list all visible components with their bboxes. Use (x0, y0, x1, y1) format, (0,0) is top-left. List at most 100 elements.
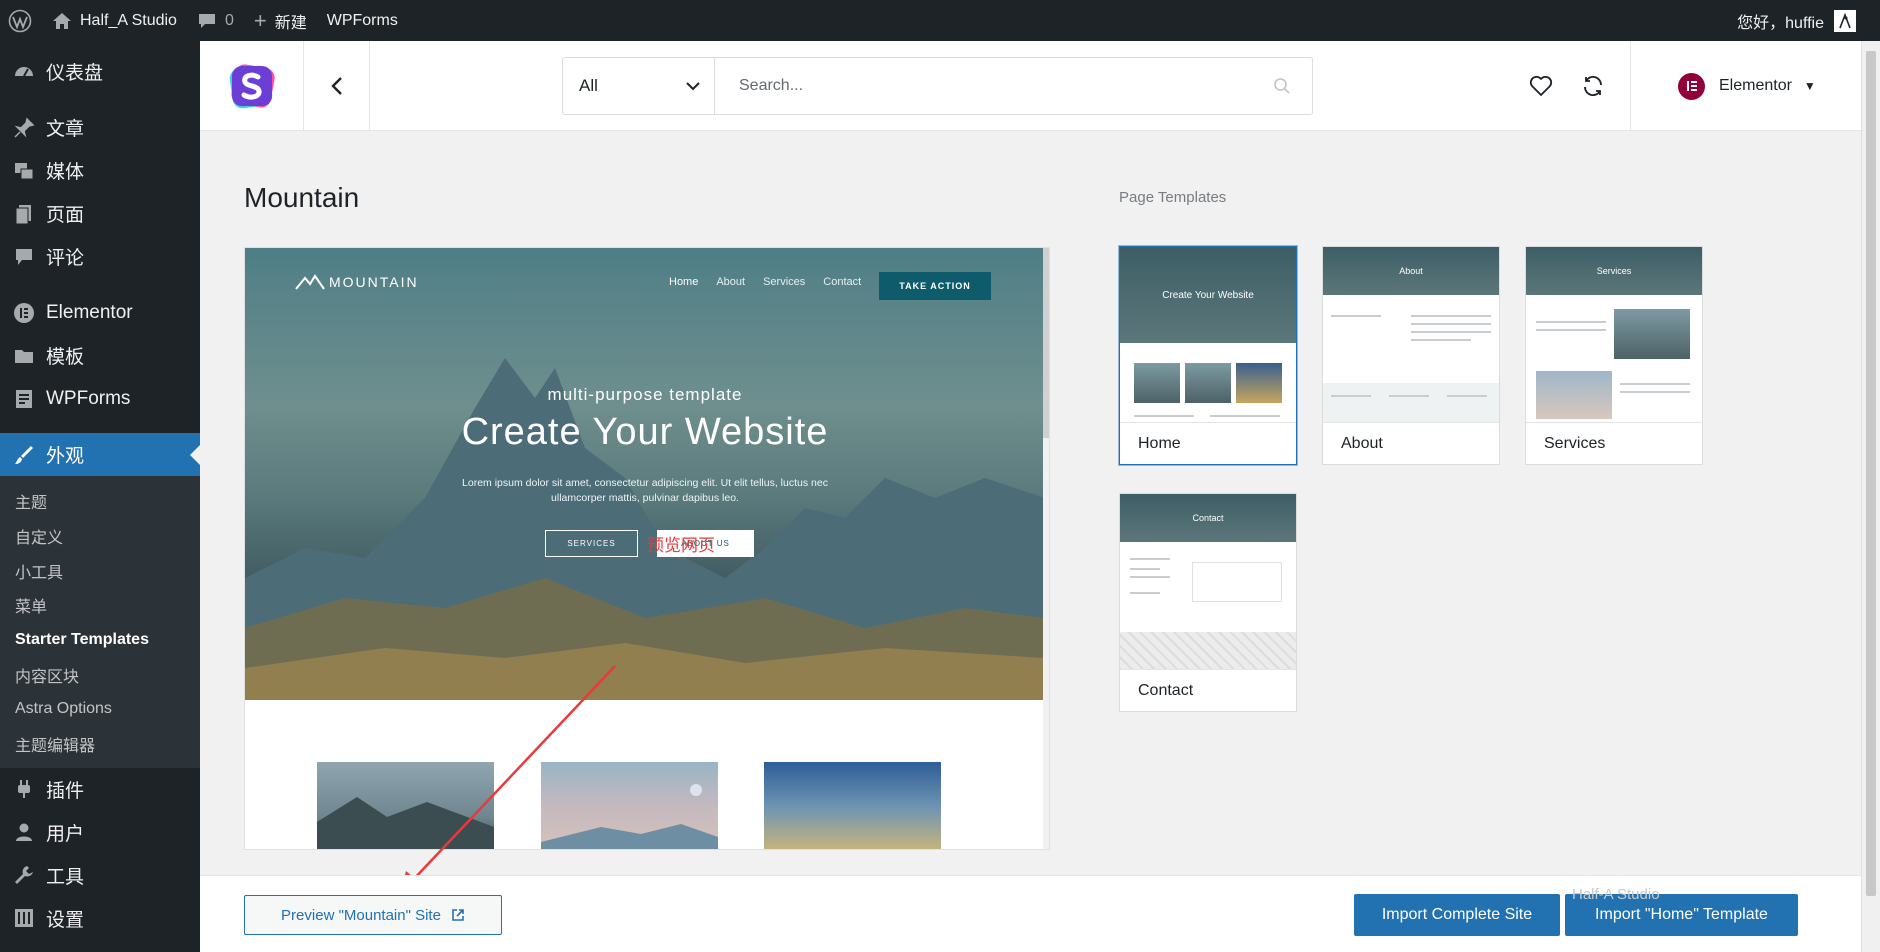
wpforms-label: WPForms (326, 11, 398, 29)
starter-templates-logo-icon (229, 64, 275, 109)
brush-icon (12, 443, 36, 467)
preview-scrollbar[interactable] (1043, 248, 1049, 849)
preview-nav-links: Home About Services Contact (669, 276, 861, 288)
sidebar-item-comments[interactable]: 评论 (0, 235, 200, 278)
templates-toolbar: All Elementor ▼ (200, 41, 1861, 131)
template-card-contact[interactable]: Contact Contact (1119, 493, 1297, 712)
sync-library-button[interactable] (1578, 71, 1608, 101)
starter-templates-main: All Elementor ▼ Mountain (200, 41, 1861, 952)
sidebar-item-wpforms[interactable]: WPForms (0, 377, 200, 420)
filter-select[interactable]: All (563, 58, 715, 114)
favorites-button[interactable] (1526, 71, 1556, 101)
template-card-name: Services (1544, 434, 1606, 452)
filter-select-value: All (579, 76, 598, 95)
template-card-about[interactable]: About About (1322, 246, 1500, 465)
sidebar-item-label: WPForms (46, 387, 131, 409)
preview-site-button[interactable]: Preview "Mountain" Site (244, 895, 502, 935)
sidebar-item-users[interactable]: 用户 (0, 811, 200, 854)
annotation-label: 预览网页 (647, 536, 715, 555)
appearance-submenu: 主题 自定义 小工具 菜单 Starter Templates 内容区块 Ast… (0, 476, 200, 768)
search-input[interactable] (715, 58, 1252, 114)
plus-icon: + (253, 7, 267, 33)
new-content-link[interactable]: + 新建 (244, 0, 317, 41)
submenu-item-starter-templates[interactable]: Starter Templates (0, 623, 200, 658)
sidebar-item-posts[interactable]: 文章 (0, 106, 200, 149)
sidebar-item-label: 媒体 (46, 162, 85, 183)
submenu-item-themes[interactable]: 主题 (0, 484, 200, 519)
mountain-logo-icon (295, 274, 325, 290)
pin-icon (12, 116, 36, 140)
preview-nav: MOUNTAIN Home About Services Contact TAK… (245, 260, 1045, 300)
preview-nav-home: Home (669, 276, 699, 288)
preview-site-label: Preview "Mountain" Site (281, 906, 441, 924)
sidebar-item-label: 文章 (46, 119, 85, 140)
submenu-item-customize[interactable]: 自定义 (0, 519, 200, 554)
sidebar-item-label: 工具 (46, 866, 85, 888)
user-icon (12, 820, 36, 844)
watermark: Half-A Studio (1572, 886, 1660, 903)
template-thumb: Create Your Website (1120, 247, 1296, 423)
preview-logo-text: MOUNTAIN (329, 274, 419, 290)
preview-image-3 (764, 762, 941, 849)
sidebar-item-tools[interactable]: 工具 (0, 854, 200, 897)
page-templates-heading: Page Templates (1119, 189, 1227, 206)
settings-icon (12, 906, 36, 930)
site-name-link[interactable]: Half_A Studio (42, 0, 187, 41)
sidebar-item-media[interactable]: 媒体 (0, 149, 200, 192)
window-scrollbar-thumb[interactable] (1866, 51, 1876, 896)
sidebar-item-label: 评论 (46, 248, 85, 269)
wordpress-logo-icon[interactable] (0, 0, 42, 41)
starter-templates-logo[interactable] (200, 41, 304, 131)
template-thumb-hero: Contact (1120, 494, 1296, 542)
sidebar-item-plugins[interactable]: 插件 (0, 768, 200, 811)
search-icon[interactable] (1252, 58, 1312, 114)
sidebar-item-templates[interactable]: 模板 (0, 334, 200, 377)
mountain-illustration (245, 358, 1045, 700)
avatar[interactable] (1834, 9, 1856, 32)
preview-headline: Create Your Website (461, 411, 829, 453)
preview-nav-services: Services (763, 276, 806, 288)
preview-subtitle: multi-purpose template (547, 385, 743, 404)
submenu-item-content-blocks[interactable]: 内容区块 (0, 657, 200, 692)
comments-count: 0 (224, 11, 234, 29)
submenu-item-astra-options[interactable]: Astra Options (0, 692, 200, 727)
user-greeting[interactable]: 您好，huffie (1737, 9, 1824, 33)
template-card-home[interactable]: Create Your Website Home (1119, 246, 1297, 465)
import-complete-site-button[interactable]: Import Complete Site (1354, 894, 1560, 936)
new-label: 新建 (274, 14, 307, 32)
template-thumb-hero: Services (1526, 247, 1702, 295)
media-icon (12, 159, 36, 183)
template-card-services[interactable]: Services Services (1525, 246, 1703, 465)
sidebar-item-pages[interactable]: 页面 (0, 192, 200, 235)
caret-down-icon: ▼ (1803, 79, 1816, 93)
preview-logo: MOUNTAIN (295, 274, 419, 290)
sidebar-item-label: 设置 (46, 909, 85, 931)
template-card-name: About (1341, 434, 1383, 452)
page-builder-select[interactable]: Elementor ▼ (1678, 71, 1816, 101)
submenu-item-theme-editor[interactable]: 主题编辑器 (0, 727, 200, 762)
window-scrollbar[interactable] (1861, 41, 1880, 952)
wpforms-icon (12, 387, 36, 411)
template-thumb-hero: Create Your Website (1120, 247, 1296, 343)
sidebar-item-dashboard[interactable]: 仪表盘 (0, 50, 200, 93)
sidebar-item-label: 页面 (46, 205, 85, 226)
wpforms-link[interactable]: WPForms (317, 0, 408, 41)
refresh-icon (1584, 75, 1602, 97)
page-title: Mountain (244, 182, 360, 213)
comments-link[interactable]: 0 (187, 0, 244, 41)
comment-icon (12, 245, 36, 269)
sidebar-item-label: 用户 (46, 823, 85, 845)
elementor-icon (12, 301, 36, 325)
preview-nav-about: About (716, 276, 746, 288)
preview-nav-contact: Contact (823, 276, 862, 288)
preview-image-2 (541, 762, 718, 849)
sidebar-item-appearance[interactable]: 外观 (0, 433, 200, 476)
page-builder-label: Elementor (1719, 77, 1792, 94)
preview-image-1 (317, 762, 494, 849)
back-button[interactable] (304, 41, 370, 131)
sidebar-item-elementor[interactable]: Elementor (0, 291, 200, 334)
sidebar-item-settings[interactable]: 设置 (0, 897, 200, 940)
submenu-item-widgets[interactable]: 小工具 (0, 553, 200, 588)
submenu-item-menus[interactable]: 菜单 (0, 588, 200, 623)
page-icon (12, 202, 36, 226)
